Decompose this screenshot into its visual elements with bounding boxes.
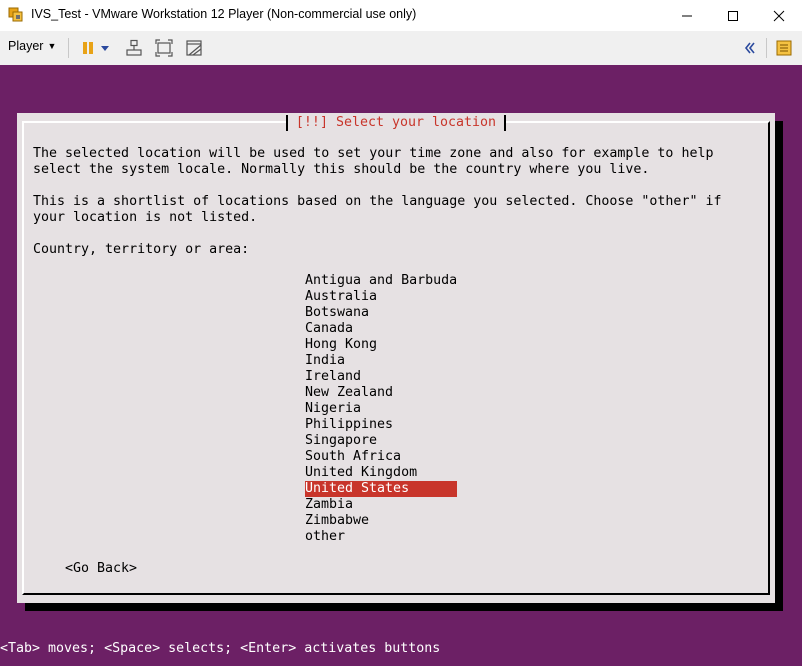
- location-option[interactable]: United States: [305, 481, 457, 497]
- location-option[interactable]: Nigeria: [305, 401, 457, 417]
- location-option[interactable]: Canada: [305, 321, 457, 337]
- intro-line-1: The selected location will be used to se…: [33, 146, 714, 161]
- fit-guest-icon[interactable]: [154, 38, 174, 58]
- location-option[interactable]: Australia: [305, 289, 457, 305]
- dialog-title-text: [!!] Select your location: [285, 115, 507, 131]
- location-option[interactable]: South Africa: [305, 449, 457, 465]
- location-option[interactable]: Philippines: [305, 417, 457, 433]
- vm-console[interactable]: [!!] Select your location The selected l…: [0, 65, 802, 666]
- window-title-bar: IVS_Test - VMware Workstation 12 Player …: [0, 0, 802, 31]
- player-menu-button[interactable]: Player ▼: [8, 39, 56, 53]
- player-toolbar: Player ▼: [0, 31, 802, 66]
- location-option[interactable]: Zimbabwe: [305, 513, 457, 529]
- location-option[interactable]: New Zealand: [305, 385, 457, 401]
- location-option[interactable]: India: [305, 353, 457, 369]
- minimize-button[interactable]: [664, 0, 710, 31]
- location-option[interactable]: Antigua and Barbuda: [305, 273, 457, 289]
- location-option[interactable]: Hong Kong: [305, 337, 457, 353]
- shortlist-line-2: your location is not listed.: [33, 210, 258, 225]
- collapse-icon[interactable]: [740, 38, 760, 58]
- window-title: IVS_Test - VMware Workstation 12 Player …: [31, 7, 417, 21]
- location-option[interactable]: Singapore: [305, 433, 457, 449]
- location-option[interactable]: United Kingdom: [305, 465, 457, 481]
- unity-icon[interactable]: [184, 38, 204, 58]
- player-menu-label: Player: [8, 39, 44, 53]
- vmware-app-icon: [8, 7, 24, 23]
- toolbar-divider: [766, 38, 767, 58]
- close-button[interactable]: [756, 0, 802, 31]
- go-back-button[interactable]: <Go Back>: [65, 561, 137, 577]
- maximize-button[interactable]: [710, 0, 756, 31]
- pause-dropdown-icon[interactable]: [98, 38, 112, 58]
- location-list[interactable]: Antigua and Barbuda Australia Botswana Cana…: [305, 273, 457, 545]
- location-option[interactable]: Ireland: [305, 369, 457, 385]
- chevron-down-icon: ▼: [47, 41, 57, 51]
- pause-icon[interactable]: [78, 38, 98, 58]
- dialog-title: [!!] Select your location: [17, 113, 775, 131]
- location-option[interactable]: other: [305, 529, 457, 545]
- location-option[interactable]: Botswana: [305, 305, 457, 321]
- select-location-dialog: [!!] Select your location The selected l…: [17, 113, 775, 603]
- intro-line-2: select the system locale. Normally this …: [33, 162, 650, 177]
- keyboard-help-line: <Tab> moves; <Space> selects; <Enter> ac…: [0, 641, 441, 656]
- country-prompt: Country, territory or area:: [33, 242, 250, 257]
- shortlist-line-1: This is a shortlist of locations based o…: [33, 194, 722, 209]
- toolbar-divider: [68, 38, 69, 58]
- library-icon[interactable]: [774, 38, 794, 58]
- send-ctrl-alt-del-icon[interactable]: [124, 38, 144, 58]
- location-option[interactable]: Zambia: [305, 497, 457, 513]
